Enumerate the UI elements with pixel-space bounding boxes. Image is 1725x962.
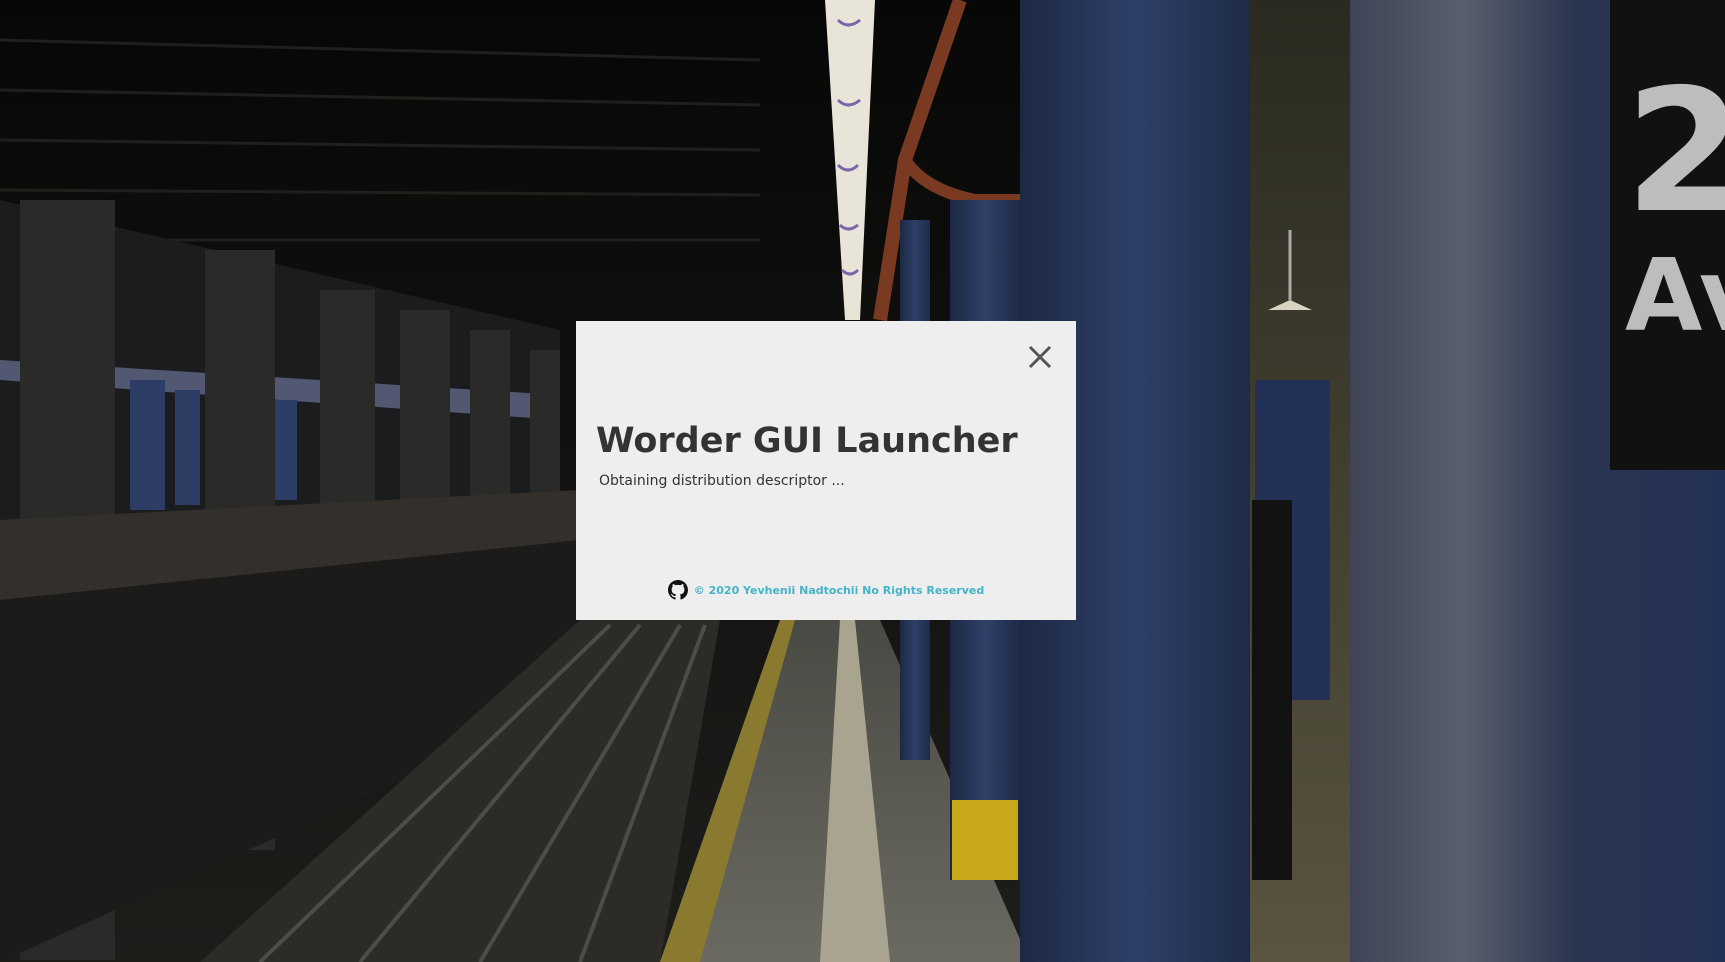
svg-text:Av: Av	[1625, 237, 1725, 354]
close-icon	[1028, 345, 1052, 369]
status-text: Obtaining distribution descriptor ...	[599, 473, 845, 489]
launcher-dialog: Worder GUI Launcher Obtaining distributi…	[576, 321, 1076, 620]
dialog-title: Worder GUI Launcher	[596, 421, 1018, 461]
copyright-link[interactable]: © 2020 Yevhenii Nadtochii No Rights Rese…	[694, 584, 984, 597]
svg-text:2: 2	[1625, 53, 1725, 251]
github-icon[interactable]	[667, 580, 688, 600]
footer: © 2020 Yevhenii Nadtochii No Rights Rese…	[576, 580, 1076, 600]
close-button[interactable]	[1024, 341, 1056, 373]
